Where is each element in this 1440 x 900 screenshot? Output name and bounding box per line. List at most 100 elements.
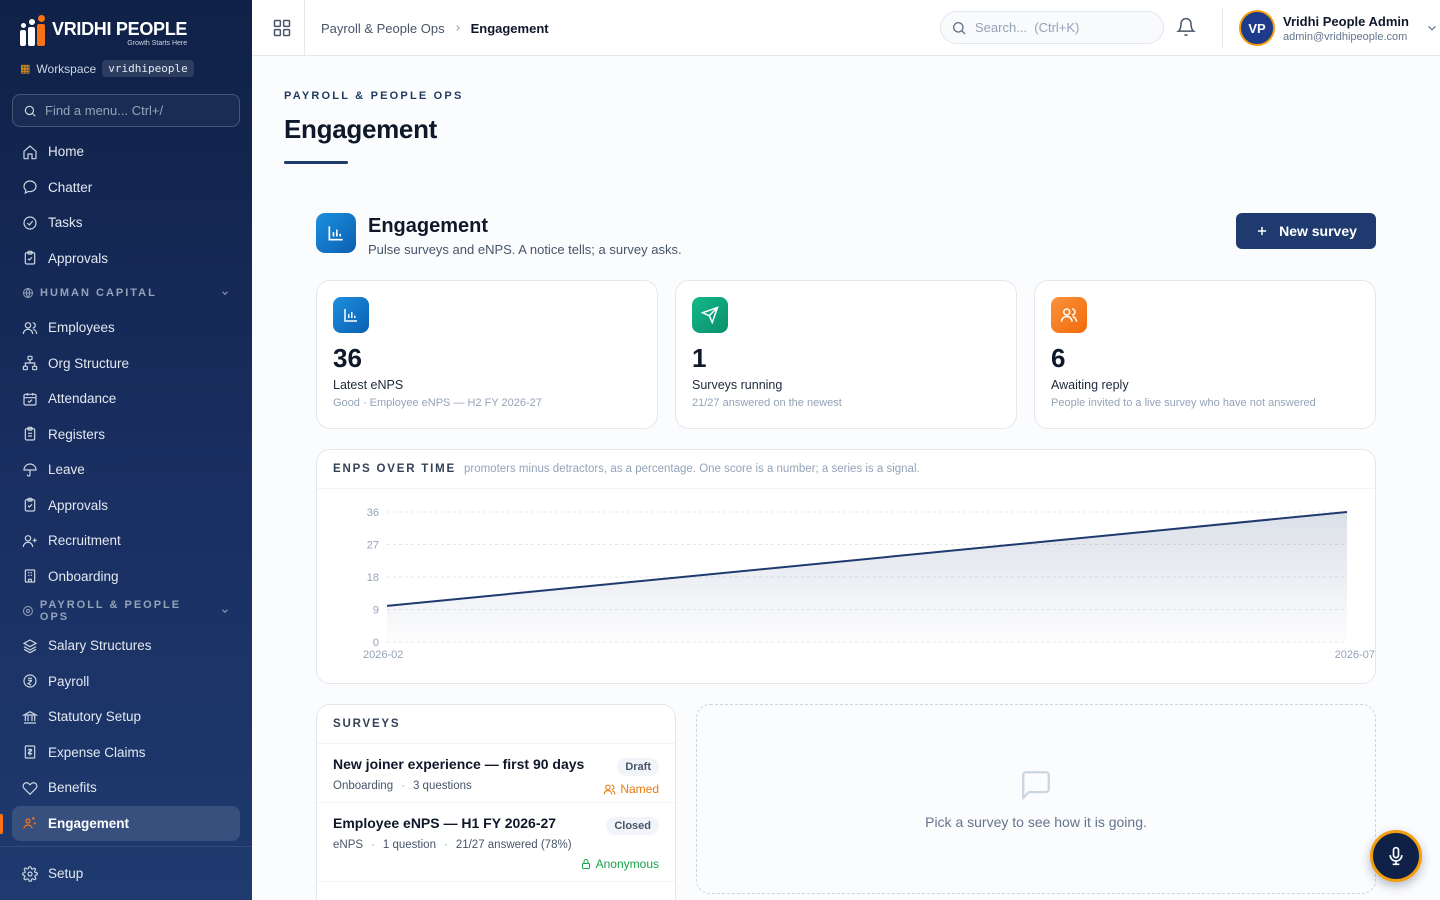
stat-value: 1 [692,343,707,373]
chevron-down-icon [222,291,228,295]
users-icon [22,321,38,334]
brand-tagline: Growth Starts Here [127,39,188,47]
sidebar-item-label: Engagement [48,815,130,831]
circle-coin-icon [22,606,33,616]
receipt-icon [24,745,36,759]
user-email: admin@vridhipeople.com [1283,30,1408,43]
section-payroll-people-ops[interactable]: PAYROLL & PEOPLE OPS [12,594,240,628]
sidebar-item-setup[interactable]: Setup [12,856,240,892]
search-icon [24,105,36,117]
stat-label: Awaiting reply [1051,378,1129,392]
user-menu[interactable]: VP Vridhi People Admin admin@vridhipeopl… [1222,8,1439,48]
meta-separator: · [401,780,405,792]
gear-icon [22,865,38,882]
building-icon: ▦ [20,63,31,75]
surveys-heading: SURVEYS [317,705,675,744]
menu-search[interactable] [12,94,240,127]
privacy-label: Named [620,782,659,796]
user-plus-icon [22,534,37,547]
chart-ytick-label: 9 [373,605,379,617]
sidebar-item-label: Expense Claims [48,744,146,760]
sidebar-item-leave[interactable]: Leave [12,452,240,488]
surveys-list: SURVEYS New joiner experience — first 90… [316,704,676,900]
user-name: Vridhi People Admin [1283,13,1409,29]
sidebar-item-employees[interactable]: Employees [12,310,240,346]
sidebar-item-org-structure[interactable]: Org Structure [12,346,240,382]
survey-detail-empty: Pick a survey to see how it is going. [696,704,1376,894]
sidebar-item-label: Setup [48,866,84,882]
chevron-down-icon [1428,25,1436,31]
stat-card-latest-enps: 36 Latest eNPS Good · Employee eNPS — H2… [316,280,658,429]
sidebar-item-tasks[interactable]: Tasks [12,205,240,241]
bank-icon [22,710,38,724]
app-launcher-button[interactable] [272,18,292,38]
breadcrumb-current: Engagement [470,20,549,36]
currency-circle-icon [23,674,37,688]
check-circle-icon [23,216,37,230]
sidebar-item-salary-structures[interactable]: Salary Structures [12,628,240,664]
meta-separator: · [443,839,448,851]
sidebar-item-chatter[interactable]: Chatter [12,170,240,206]
brand-logo[interactable]: VRIDHI PEOPLE Growth Starts Here [20,15,188,48]
survey-row[interactable]: New joiner experience — first 90 days Dr… [317,744,675,803]
sidebar-item-registers[interactable]: Registers [12,417,240,453]
sidebar-item-onboarding[interactable]: Onboarding [12,559,240,595]
sidebar-item-approvals-hc[interactable]: Approvals [12,488,240,524]
chart-title: ENPS OVER TIME [333,463,456,475]
bar-chart-icon [333,297,369,333]
clipboard-check-icon [24,250,36,265]
section-human-capital[interactable]: HUMAN CAPITAL [12,276,240,310]
status-badge: Draft [617,758,659,776]
users-icon [603,784,616,794]
sidebar-item-label: Onboarding [48,568,119,584]
sidebar-item-recruitment[interactable]: Recruitment [12,523,240,559]
chart-xtick-label: 2026-02 [363,649,403,661]
sidebar-item-label: Statutory Setup [48,709,142,725]
main-content: PAYROLL & PEOPLE OPS Engagement Engageme… [252,56,1440,900]
stat-card-surveys-running: 1 Surveys running 21/27 answered on the … [675,280,1017,429]
top-bar: Payroll & People Ops Engagement VP Vridh… [252,0,1440,56]
survey-meta: 1 question [382,839,436,851]
clipboard-check-icon [24,497,36,512]
voice-assistant-button[interactable] [1370,830,1422,882]
sidebar-item-home[interactable]: Home [12,134,240,170]
breadcrumb-item[interactable]: Payroll & People Ops [321,21,445,36]
breadcrumb: Payroll & People Ops Engagement [304,0,549,56]
notifications-button[interactable] [1176,17,1196,42]
sidebar-item-engagement[interactable]: Engagement [0,805,240,841]
workspace-indicator[interactable]: ▦ Workspace vridhipeople [20,60,194,77]
brand-name: VRIDHI PEOPLE [52,18,188,39]
search-icon [953,21,966,34]
survey-row[interactable]: Employee eNPS — H1 FY 2026-27 Closed eNP… [317,803,675,882]
workspace-label: Workspace [36,61,97,76]
sidebar-item-label: Org Structure [48,355,130,371]
survey-meta: Onboarding [333,780,394,792]
sidebar-item-expense-claims[interactable]: Expense Claims [12,735,240,771]
clipboard-list-icon [24,426,36,441]
stat-label: Latest eNPS [333,378,404,392]
survey-title: New joiner experience — first 90 days [333,756,585,772]
sidebar-item-payroll[interactable]: Payroll [12,664,240,700]
sidebar-item-benefits[interactable]: Benefits [12,770,240,806]
survey-meta: 21/27 answered (78%) [455,839,572,851]
sidebar-item-attendance[interactable]: Attendance [12,381,240,417]
sidebar-footer: Setup [0,846,252,892]
sidebar-item-statutory-setup[interactable]: Statutory Setup [12,699,240,735]
sidebar-nav: Home Chatter Tasks Approvals HUMAN CAPIT… [0,134,240,841]
sidebar-item-label: Approvals [48,250,109,266]
section-subtitle: Pulse surveys and eNPS. A notice tells; … [368,242,682,257]
home-icon [23,144,37,160]
page-eyebrow: PAYROLL & PEOPLE OPS [284,90,464,102]
empty-state-text: Pick a survey to see how it is going. [925,814,1147,830]
sidebar-item-approvals[interactable]: Approvals [12,241,240,277]
stat-cards: 36 Latest eNPS Good · Employee eNPS — H2… [316,280,1376,429]
menu-search-input[interactable] [45,103,225,118]
privacy-named: Named [603,782,659,796]
status-badge: Closed [606,817,659,835]
heart-handshake-icon [22,781,38,795]
new-survey-button[interactable]: New survey [1236,213,1376,249]
title-underline [284,161,348,164]
stat-value: 6 [1051,343,1066,373]
global-search-input[interactable] [975,20,1155,35]
global-search[interactable] [940,11,1164,44]
